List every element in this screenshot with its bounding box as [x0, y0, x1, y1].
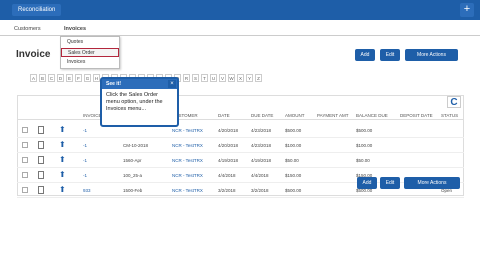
alphabet-letter-e[interactable]: E — [66, 74, 73, 82]
cell-0[interactable]: -1 — [83, 158, 87, 163]
header-due-date[interactable]: DUE DATE — [251, 113, 273, 118]
document-icon[interactable] — [38, 186, 44, 194]
row-checkbox[interactable] — [22, 127, 28, 133]
cell-1: CM-10-2018 — [123, 143, 149, 148]
alphabet-letter-v[interactable]: V — [219, 74, 226, 82]
callout-header: See it! — [102, 79, 177, 89]
header-date[interactable]: DATE — [218, 113, 230, 118]
alphabet-letter-t[interactable]: T — [201, 74, 208, 82]
cell-0[interactable]: -1 — [83, 143, 87, 148]
document-icon[interactable] — [38, 126, 44, 134]
alphabet-letter-c[interactable]: C — [48, 74, 55, 82]
header-balance-due[interactable]: BALANCE DUE — [356, 113, 388, 118]
upload-icon[interactable]: ⬆ — [59, 125, 66, 134]
upload-icon[interactable]: ⬆ — [59, 185, 66, 194]
add-button-bottom[interactable]: Add — [357, 177, 377, 189]
tab-customers[interactable]: Customers — [14, 26, 41, 32]
cell-5: $500.00 — [285, 188, 302, 193]
cell-1: 1500-Feb — [123, 188, 143, 193]
row-checkbox[interactable] — [22, 187, 28, 193]
alphabet-letter-w[interactable]: W — [228, 74, 235, 82]
menu-item-quotes[interactable]: Quotes — [61, 38, 119, 47]
cell-3: 4/20/2018 — [218, 128, 239, 133]
cell-3: 4/19/2018 — [218, 158, 239, 163]
cell-2[interactable]: NCR - TestTRX — [172, 128, 203, 133]
cell-1: 100_25-a — [123, 173, 143, 178]
table-row[interactable]: ⬆ -1 CM-10-2018 NCR - TestTRX 4/20/2018 4/23/… — [17, 138, 464, 153]
tab-invoices[interactable]: Invoices — [64, 26, 86, 32]
callout-text: Click the Sales Order menu option, under… — [106, 92, 163, 112]
alphabet-letter-g[interactable]: G — [84, 74, 91, 82]
cell-4: 4/4/2018 — [251, 173, 269, 178]
cell-4: 3/2/2018 — [251, 188, 269, 193]
alphabet-letter-r[interactable]: R — [183, 74, 190, 82]
page-title: Invoice — [16, 49, 51, 60]
header-status[interactable]: STATUS — [441, 113, 458, 118]
cell-5: $100.00 — [285, 143, 302, 148]
row-checkbox[interactable] — [22, 142, 28, 148]
add-icon[interactable]: + — [460, 3, 474, 17]
document-icon[interactable] — [38, 171, 44, 179]
alphabet-letter-f[interactable]: F — [75, 74, 82, 82]
cell-0[interactable]: -1 — [83, 128, 87, 133]
header-amount[interactable]: AMOUNT — [285, 113, 305, 118]
document-icon[interactable] — [38, 156, 44, 164]
cell-4: 4/23/2018 — [251, 143, 272, 148]
tutorial-callout: See it! × Click the Sales Order menu opt… — [100, 77, 179, 127]
more-actions-button[interactable]: More Actions — [405, 49, 458, 61]
more-actions-button-bottom[interactable]: More Actions — [404, 177, 460, 189]
upload-icon[interactable]: ⬆ — [59, 140, 66, 149]
menu-item-invoices[interactable]: Invoices — [61, 58, 119, 67]
cell-2[interactable]: NCR - TestTRX — [172, 143, 203, 148]
refresh-icon[interactable]: C — [447, 96, 461, 108]
table-row[interactable]: ⬆ -1 NCR - TestTRX 4/20/2018 4/23/2018 $500.0… — [17, 123, 464, 138]
nav-bar: Customers Invoices — [0, 24, 480, 36]
alphabet-letter-u[interactable]: U — [210, 74, 217, 82]
edit-button[interactable]: Edit — [380, 49, 400, 61]
cell-2[interactable]: NCR - TestTRX — [172, 188, 203, 193]
alphabet-letter-x[interactable]: X — [237, 74, 244, 82]
cell-1: 1560-Apr — [123, 158, 142, 163]
cell-5: $50.00 — [285, 158, 299, 163]
upload-icon[interactable]: ⬆ — [59, 155, 66, 164]
add-button[interactable]: Add — [355, 49, 375, 61]
cell-2[interactable]: NCR - TestTRX — [172, 158, 203, 163]
row-checkbox[interactable] — [22, 172, 28, 178]
upload-icon[interactable]: ⬆ — [59, 170, 66, 179]
top-bar: Reconciliation + — [0, 0, 480, 20]
alphabet-letter-a[interactable]: A — [30, 74, 37, 82]
cell-5: $150.00 — [285, 173, 302, 178]
invoices-dropdown-menu: Quotes Sales Order Invoices — [60, 36, 120, 69]
cell-3: 4/20/2018 — [218, 143, 239, 148]
alphabet-letter-s[interactable]: S — [192, 74, 199, 82]
cell-0[interactable]: 933 — [83, 188, 91, 193]
cell-3: 3/2/2018 — [218, 188, 236, 193]
cell-2[interactable]: NCR - TestTRX — [172, 173, 203, 178]
cell-5: $500.00 — [285, 128, 302, 133]
table-row[interactable]: ⬆ -1 1560-Apr NCR - TestTRX 4/19/2018 4/19/20… — [17, 153, 464, 168]
alphabet-letter-z[interactable]: Z — [255, 74, 262, 82]
app-title[interactable]: Reconciliation — [12, 4, 62, 16]
cell-7: $100.00 — [356, 143, 373, 148]
alphabet-letter-y[interactable]: Y — [246, 74, 253, 82]
cell-3: 4/4/2018 — [218, 173, 236, 178]
cell-4: 4/19/2018 — [251, 158, 272, 163]
cell-7: $500.00 — [356, 128, 373, 133]
cell-0[interactable]: -1 — [83, 173, 87, 178]
edit-button-bottom[interactable]: Edit — [380, 177, 400, 189]
close-icon[interactable]: × — [168, 80, 176, 88]
header-invoice[interactable]: INVOICE — [83, 113, 102, 118]
alphabet-letter-h[interactable]: H — [93, 74, 100, 82]
document-icon[interactable] — [38, 141, 44, 149]
cell-4: 4/23/2018 — [251, 128, 272, 133]
alphabet-letter-b[interactable]: B — [39, 74, 46, 82]
menu-item-sales-order[interactable]: Sales Order — [61, 48, 119, 57]
row-checkbox[interactable] — [22, 157, 28, 163]
header-deposit-date[interactable]: DEPOSIT DATE — [400, 113, 433, 118]
header-payment-amt[interactable]: PAYMENT AMT — [317, 113, 349, 118]
alphabet-letter-d[interactable]: D — [57, 74, 64, 82]
table-header: INVOICE CUSTOMER DATE DUE DATE AMOUNT PA… — [17, 112, 464, 120]
cell-7: $50.00 — [356, 158, 370, 163]
